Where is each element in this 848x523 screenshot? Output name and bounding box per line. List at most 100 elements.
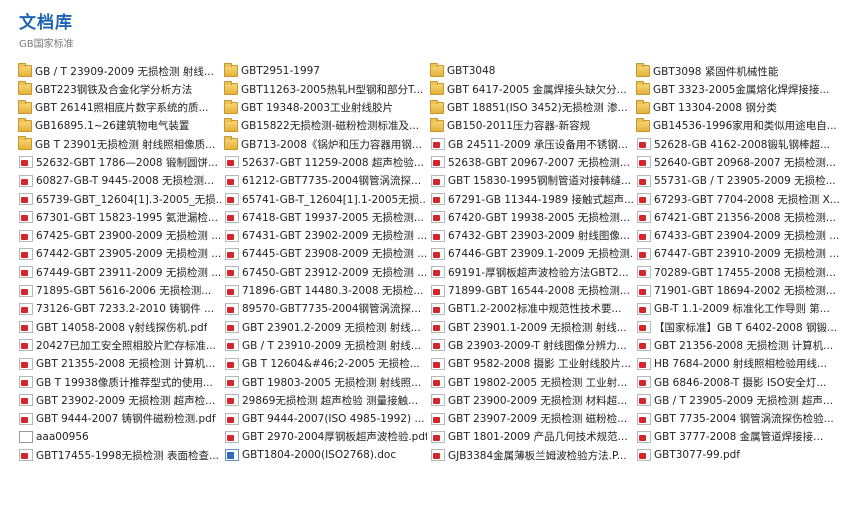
- file-item[interactable]: GBT1804-2000(ISO2768).doc: [224, 446, 427, 464]
- file-item[interactable]: GBT 23901.2-2009 无损检测 射线...: [224, 318, 427, 336]
- file-item[interactable]: 55731-GB / T 23905-2009 无损检...: [636, 172, 839, 190]
- file-item[interactable]: 67447-GBT 23910-2009 无损检测 ...: [636, 245, 839, 263]
- file-item[interactable]: GBT 19348-2003工业射线胶片: [224, 99, 427, 117]
- file-item[interactable]: GBT 15830-1995钢制管道对接韩缝...: [430, 172, 633, 190]
- pdf-file-icon: [225, 321, 239, 334]
- file-item[interactable]: GBT 21355-2008 无损检测 计算机...: [18, 355, 221, 373]
- file-item[interactable]: 61212-GBT7735-2004钢管涡流探...: [224, 172, 427, 190]
- file-item[interactable]: 67445-GBT 23908-2009 无损检测 ...: [224, 245, 427, 263]
- file-item[interactable]: GBT 23902-2009 无损检测 超声检...: [18, 391, 221, 409]
- file-item[interactable]: 67449-GBT 23911-2009 无损检测 ...: [18, 263, 221, 281]
- file-item[interactable]: 89570-GBT7735-2004钢管涡流探...: [224, 300, 427, 318]
- file-item[interactable]: 67291-GB 11344-1989 接触式超声...: [430, 190, 633, 208]
- file-item[interactable]: 67421-GBT 21356-2008 无损检测...: [636, 208, 839, 226]
- file-item[interactable]: 67446-GBT 23909.1-2009 无损检测...: [430, 245, 633, 263]
- file-item[interactable]: GBT3048: [430, 62, 633, 80]
- file-name: GB 24511-2009 承压设备用不锈钢...: [448, 138, 628, 151]
- file-item[interactable]: 29869无损检测 超声检验 测量接触...: [224, 391, 427, 409]
- file-item[interactable]: GB / T 23905-2009 无损检测 超声...: [636, 391, 839, 409]
- file-item[interactable]: 67442-GBT 23905-2009 无损检测 ...: [18, 245, 221, 263]
- file-item[interactable]: GB713-2008《锅炉和压力容器用钢...: [224, 135, 427, 153]
- file-item[interactable]: GB-T 1.1-2009 标准化工作导则 第...: [636, 300, 839, 318]
- file-item[interactable]: GBT 9444-2007 铸钢件磁粉检测.pdf: [18, 410, 221, 428]
- file-item[interactable]: GBT 21356-2008 无损检测 计算机...: [636, 336, 839, 354]
- file-item[interactable]: 67425-GBT 23900-2009 无损检测 ...: [18, 227, 221, 245]
- file-item[interactable]: GBT 6417-2005 金属焊接头缺欠分...: [430, 80, 633, 98]
- file-item[interactable]: GBT1.2-2002标准中规范性技术要...: [430, 300, 633, 318]
- file-item[interactable]: GBT 23907-2009 无损检测 磁粉检...: [430, 410, 633, 428]
- file-item[interactable]: GBT2951-1997: [224, 62, 427, 80]
- file-item[interactable]: 60827-GB-T 9445-2008 无损检测...: [18, 172, 221, 190]
- file-item[interactable]: GB16895.1~26建筑物电气装置: [18, 117, 221, 135]
- file-name: GBT 19803-2005 无损检测 射线照...: [242, 376, 422, 389]
- page-subtitle: GB国家标准: [19, 39, 74, 50]
- file-item[interactable]: 70289-GBT 17455-2008 无损检测...: [636, 263, 839, 281]
- file-item[interactable]: 20427已加工安全照相胶片贮存标准...: [18, 336, 221, 354]
- file-item[interactable]: GB T 19938像质计推荐型式的使用...: [18, 373, 221, 391]
- file-item[interactable]: HB 7684-2000 射线照相检验用线...: [636, 355, 839, 373]
- file-item[interactable]: GBT 2970-2004厚钢板超声波检验.pdf: [224, 428, 427, 446]
- file-item[interactable]: 65739-GBT_12604[1].3-2005_无损...: [18, 190, 221, 208]
- file-item[interactable]: GB150-2011压力容器-新容规: [430, 117, 633, 135]
- file-item[interactable]: 67420-GBT 19938-2005 无损检测...: [430, 208, 633, 226]
- file-item[interactable]: GBT 19802-2005 无损检测 工业射...: [430, 373, 633, 391]
- file-item[interactable]: GBT 1801-2009 产品几何技术规范...: [430, 428, 633, 446]
- file-item[interactable]: aaa00956: [18, 428, 221, 446]
- file-item[interactable]: 67450-GBT 23912-2009 无损检测 ...: [224, 263, 427, 281]
- file-item[interactable]: GBT 14058-2008 γ射线探伤机.pdf: [18, 318, 221, 336]
- file-item[interactable]: 52640-GBT 20968-2007 无损检测...: [636, 153, 839, 171]
- file-item[interactable]: 69191-厚钢板超声波检验方法GBT2...: [430, 263, 633, 281]
- file-item[interactable]: GB T 12604&#46;2-2005 无损检...: [224, 355, 427, 373]
- file-item[interactable]: GBT 23901.1-2009 无损检测 射线...: [430, 318, 633, 336]
- file-item[interactable]: GBT 3323-2005金属熔化焊焊接接...: [636, 80, 839, 98]
- pdf-file-icon: [225, 156, 239, 169]
- file-item[interactable]: GBT 13304-2008 钢分类: [636, 99, 839, 117]
- file-item[interactable]: 52632-GBT 1786—2008 锻制圆饼...: [18, 153, 221, 171]
- file-item[interactable]: GBT3077-99.pdf: [636, 446, 839, 464]
- file-name: GBT 9582-2008 摄影 工业射线胶片...: [448, 358, 632, 371]
- file-item[interactable]: 52638-GBT 20967-2007 无损检测...: [430, 153, 633, 171]
- file-item[interactable]: 73126-GBT 7233.2-2010 铸钢件 ...: [18, 300, 221, 318]
- file-item[interactable]: 71895-GBT 5616-2006 无损检测...: [18, 282, 221, 300]
- file-item[interactable]: GB 6846-2008-T 摄影 ISO安全灯...: [636, 373, 839, 391]
- pdf-file-icon: [431, 193, 445, 206]
- file-item[interactable]: GBT 26141照相底片数字系统的质...: [18, 99, 221, 117]
- file-item[interactable]: GB / T 23910-2009 无损检测 射线...: [224, 336, 427, 354]
- file-item[interactable]: GB / T 23909-2009 无损检测 射线...: [18, 62, 221, 80]
- file-item[interactable]: GBT 23900-2009 无损检测 材料超...: [430, 391, 633, 409]
- folder-icon: [18, 81, 32, 96]
- file-item[interactable]: GB15822无损检测-磁粉检测标准及...: [224, 117, 427, 135]
- file-item[interactable]: GBT3098 紧固件机械性能: [636, 62, 839, 80]
- file-item[interactable]: GB 23903-2009-T 射线图像分辨力...: [430, 336, 633, 354]
- file-item[interactable]: GB 24511-2009 承压设备用不锈钢...: [430, 135, 633, 153]
- file-item[interactable]: 52637-GBT 11259-2008 超声检验...: [224, 153, 427, 171]
- file-item[interactable]: 67301-GBT 15823-1995 氦泄漏检...: [18, 208, 221, 226]
- file-name: 65739-GBT_12604[1].3-2005_无损...: [36, 193, 221, 206]
- file-item[interactable]: GB T 23901无损检测 射线照相像质...: [18, 135, 221, 153]
- file-item[interactable]: 71901-GBT 18694-2002 无损检测...: [636, 282, 839, 300]
- file-item[interactable]: GBT 9582-2008 摄影 工业射线胶片...: [430, 355, 633, 373]
- file-item[interactable]: GBT 7735-2004 钢管涡流探伤检验...: [636, 410, 839, 428]
- file-item[interactable]: 67431-GBT 23902-2009 无损检测 ...: [224, 227, 427, 245]
- file-item[interactable]: GBT 18851(ISO 3452)无损检测 渗...: [430, 99, 633, 117]
- file-item[interactable]: GBT 19803-2005 无损检测 射线照...: [224, 373, 427, 391]
- file-item[interactable]: GBT17455-1998无损检测 表面检查...: [18, 446, 221, 464]
- file-item[interactable]: GJB3384金属薄板兰姆波检验方法.P...: [430, 446, 633, 464]
- pdf-file-icon: [431, 302, 445, 315]
- file-item[interactable]: GBT11263-2005热轧H型钢和部分T...: [224, 80, 427, 98]
- file-item[interactable]: GBT 3777-2008 金属管道焊接接...: [636, 428, 839, 446]
- file-item[interactable]: 【国家标准】GB T 6402-2008 钢锻...: [636, 318, 839, 336]
- file-item[interactable]: 52628-GB 4162-2008锻轧钢棒超...: [636, 135, 839, 153]
- file-item[interactable]: 67432-GBT 23903-2009 射线图像...: [430, 227, 633, 245]
- file-item[interactable]: 65741-GB-T_12604[1].1-2005无损...: [224, 190, 427, 208]
- file-item[interactable]: GB14536-1996家用和类似用途电自...: [636, 117, 839, 135]
- file-name: GB T 19938像质计推荐型式的使用...: [36, 376, 213, 389]
- file-item[interactable]: GBT 9444-2007(ISO 4985-1992) ...: [224, 410, 427, 428]
- file-name: GJB3384金属薄板兰姆波检验方法.P...: [448, 449, 627, 462]
- file-item[interactable]: 67418-GBT 19937-2005 无损检测...: [224, 208, 427, 226]
- file-item[interactable]: 71896-GBT 14480.3-2008 无损检...: [224, 282, 427, 300]
- file-item[interactable]: 67433-GBT 23904-2009 无损检测 ...: [636, 227, 839, 245]
- file-item[interactable]: 67293-GBT 7704-2008 无损检测 X...: [636, 190, 839, 208]
- file-item[interactable]: GBT223钢铁及合金化学分析方法: [18, 80, 221, 98]
- file-item[interactable]: 71899-GBT 16544-2008 无损检测...: [430, 282, 633, 300]
